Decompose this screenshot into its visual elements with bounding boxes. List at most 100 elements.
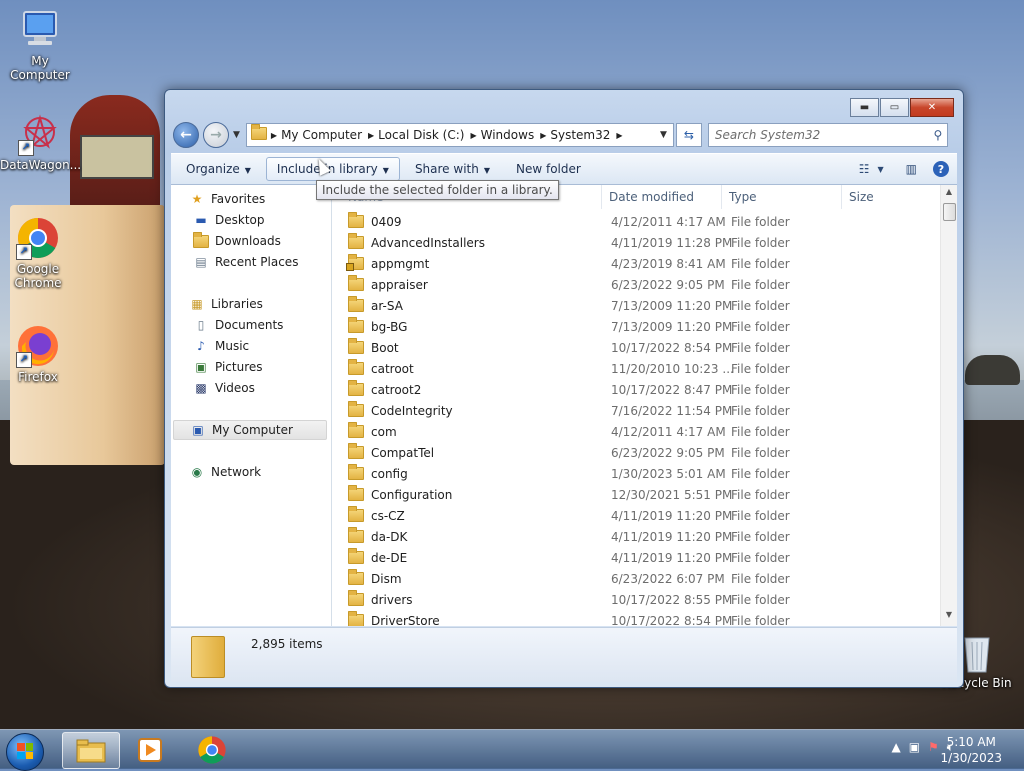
nav-downloads[interactable]: Downloads: [193, 231, 281, 251]
file-row[interactable]: cs-CZ 4/11/2019 11:20 PM File folder: [332, 505, 941, 526]
breadcrumb-windows[interactable]: Windows: [477, 128, 541, 142]
nav-music[interactable]: ♪ Music: [193, 336, 249, 356]
file-row[interactable]: drivers 10/17/2022 8:55 PM File folder: [332, 589, 941, 610]
search-box[interactable]: ⚲: [707, 123, 948, 147]
file-row[interactable]: com 4/12/2011 4:17 AM File folder: [332, 421, 941, 442]
type-cell: File folder: [731, 235, 790, 250]
action-center-icon[interactable]: ⚑: [928, 740, 939, 755]
file-row[interactable]: Boot 10/17/2022 8:54 PM File folder: [332, 337, 941, 358]
nav-libraries[interactable]: ▦ Libraries: [189, 294, 263, 314]
file-name-cell: appmgmt: [332, 254, 602, 271]
file-list: Name Date modified Type Size 04094/12/20…: [332, 185, 957, 626]
file-row[interactable]: da-DK 4/11/2019 11:20 PM File folder: [332, 526, 941, 547]
file-row[interactable]: 0409 4/12/2011 4:17 AM File folder: [332, 211, 941, 232]
file-row[interactable]: DriverStore 10/17/2022 8:54 PM File folder: [332, 610, 941, 626]
clock-time: 5:10 AM: [946, 735, 996, 749]
file-name: Dism: [371, 571, 402, 586]
date-modified-cell: 11/20/2010 10:23 ...: [611, 361, 734, 376]
help-icon[interactable]: ?: [933, 161, 949, 177]
taskbar-explorer-button[interactable]: [62, 732, 120, 769]
file-name: Configuration: [371, 487, 453, 502]
breadcrumb-local-disk[interactable]: Local Disk (C:): [374, 128, 470, 142]
column-header-date-modified[interactable]: Date modified: [602, 185, 722, 209]
nav-recent-places[interactable]: ▤ Recent Places: [193, 252, 298, 272]
chevron-down-icon: ▼: [382, 166, 389, 175]
folder-icon: [348, 401, 364, 417]
search-icon[interactable]: ⚲: [929, 128, 947, 142]
show-hidden-icons-icon[interactable]: ▲: [891, 740, 900, 755]
nav-documents[interactable]: ▯ Documents: [193, 315, 284, 335]
file-row[interactable]: AdvancedInstallers 4/11/2019 11:28 PM File…: [332, 232, 941, 253]
organize-label: Organize: [186, 162, 240, 176]
nav-videos[interactable]: ▩ Videos: [193, 378, 255, 398]
file-row[interactable]: ar-SA 7/13/2009 11:20 PM File folder: [332, 295, 941, 316]
desktop-icon-google-chrome[interactable]: ↗ Google Chrome: [0, 216, 76, 290]
breadcrumb-separator-icon[interactable]: ▶: [616, 131, 622, 140]
include-in-library-button[interactable]: Include in library ▼: [265, 157, 400, 181]
explorer-window: ▬ ▭ ✕ ← → ▼ ▶ My Computer ▶ Local Disk (…: [164, 89, 964, 688]
desktop-icon-firefox[interactable]: ↗ Firefox: [0, 324, 76, 384]
recent-pages-dropdown[interactable]: ▼: [233, 130, 240, 140]
address-bar[interactable]: ▶ My Computer ▶ Local Disk (C:) ▶ Window…: [245, 123, 674, 147]
vertical-scrollbar[interactable]: ▲ ▼: [940, 185, 957, 626]
nav-desktop[interactable]: ▬ Desktop: [193, 210, 264, 230]
date-modified-cell: 4/23/2019 8:41 AM: [611, 256, 726, 271]
folder-icon: [348, 233, 364, 249]
file-row[interactable]: Dism 6/23/2022 6:07 PM File folder: [332, 568, 941, 589]
refresh-button[interactable]: ⇆: [675, 123, 702, 147]
new-folder-button[interactable]: New folder: [505, 157, 592, 181]
file-row[interactable]: de-DE 4/11/2019 11:20 PM File folder: [332, 547, 941, 568]
recent-places-icon: ▤: [195, 255, 207, 269]
network-status-icon[interactable]: ▣: [909, 740, 920, 755]
folder-icon: [348, 464, 364, 480]
breadcrumb-system32[interactable]: System32: [546, 128, 616, 142]
file-name-cell: Dism: [332, 569, 602, 586]
file-row[interactable]: catroot 11/20/2010 10:23 ... File folder: [332, 358, 941, 379]
organize-button[interactable]: Organize ▼: [175, 157, 262, 181]
nav-pictures[interactable]: ▣ Pictures: [193, 357, 262, 377]
folder-icon: [348, 569, 364, 585]
file-row[interactable]: Configuration 12/30/2021 5:51 PM File fold…: [332, 484, 941, 505]
folder-icon: [348, 359, 364, 375]
column-header-size[interactable]: Size: [842, 185, 941, 209]
file-row[interactable]: appmgmt 4/23/2019 8:41 AM File folder: [332, 253, 941, 274]
nav-my-computer[interactable]: ▣ My Computer: [173, 420, 327, 440]
clock[interactable]: 5:10 AM 1/30/2023: [940, 734, 1002, 766]
maximize-button[interactable]: ▭: [880, 98, 909, 117]
forward-button[interactable]: →: [203, 122, 229, 148]
view-options-dropdown[interactable]: ▼: [878, 165, 884, 174]
file-row[interactable]: catroot2 10/17/2022 8:47 PM File folder: [332, 379, 941, 400]
change-view-icon[interactable]: ☷: [859, 162, 870, 176]
file-row[interactable]: appraiser 6/23/2022 9:05 PM File folder: [332, 274, 941, 295]
file-row[interactable]: CompatTel 6/23/2022 9:05 PM File folder: [332, 442, 941, 463]
view-controls: ☷ ▼ ▥ ?: [847, 161, 949, 177]
minimize-button[interactable]: ▬: [850, 98, 879, 117]
nav-network[interactable]: ◉ Network: [189, 462, 261, 482]
column-header-type[interactable]: Type: [722, 185, 842, 209]
address-history-dropdown[interactable]: ▼: [654, 130, 673, 140]
type-cell: File folder: [731, 277, 790, 292]
start-button[interactable]: [6, 733, 44, 771]
desktop-icon-my-computer[interactable]: My Computer: [0, 8, 80, 82]
file-name: catroot2: [371, 382, 422, 397]
taskbar-media-player-button[interactable]: [122, 732, 178, 767]
search-input[interactable]: [708, 127, 929, 143]
scroll-down-icon[interactable]: ▼: [941, 610, 957, 624]
breadcrumb-my-computer[interactable]: My Computer: [277, 128, 368, 142]
desktop-icon-datawagon[interactable]: ↗ DataWagon...: [0, 112, 81, 172]
scrollbar-thumb[interactable]: [943, 203, 956, 221]
desktop-icon: ▬: [195, 213, 207, 227]
file-row[interactable]: config 1/30/2023 5:01 AM File folder: [332, 463, 941, 484]
file-name: cs-CZ: [371, 508, 405, 523]
file-row[interactable]: bg-BG 7/13/2009 11:20 PM File folder: [332, 316, 941, 337]
back-button[interactable]: ←: [173, 122, 199, 148]
file-row[interactable]: CodeIntegrity 7/16/2022 11:54 PM File fold…: [332, 400, 941, 421]
computer-icon: [18, 8, 62, 52]
file-name-cell: 0409: [332, 212, 602, 229]
preview-pane-icon[interactable]: ▥: [906, 162, 917, 176]
scroll-up-icon[interactable]: ▲: [941, 187, 957, 201]
nav-favorites[interactable]: ★ Favorites: [189, 189, 266, 209]
taskbar-chrome-button[interactable]: [184, 732, 240, 767]
share-with-button[interactable]: Share with ▼: [404, 157, 501, 181]
close-button[interactable]: ✕: [910, 98, 954, 117]
